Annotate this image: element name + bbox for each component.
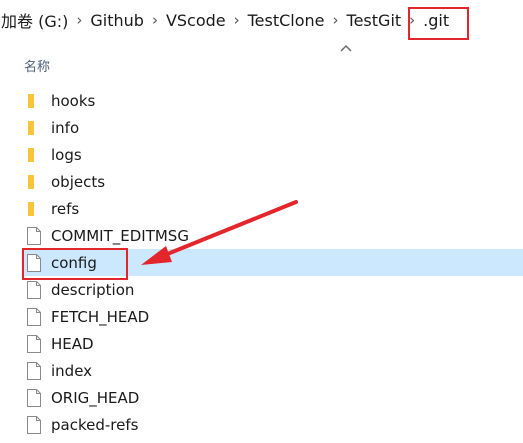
file-name: packed-refs <box>51 415 139 434</box>
folder-icon <box>26 146 42 164</box>
file-name: ORIG_HEAD <box>51 388 140 407</box>
file-name: info <box>51 118 80 137</box>
breadcrumb-vscode[interactable]: VScode <box>165 11 227 30</box>
folder-row[interactable]: hooks <box>22 87 523 114</box>
file-name: COMMIT_EDITMSG <box>51 226 189 245</box>
file-icon <box>26 361 42 380</box>
folder-icon <box>26 92 42 110</box>
file-icon <box>26 307 42 326</box>
file-row[interactable]: COMMIT_EDITMSG <box>22 222 523 249</box>
file-name: HEAD <box>51 334 94 353</box>
chevron-right-icon[interactable]: › <box>227 11 247 29</box>
file-row[interactable]: FETCH_HEAD <box>22 303 523 330</box>
chevron-right-icon[interactable]: › <box>69 11 89 29</box>
chevron-up-icon[interactable] <box>339 42 353 54</box>
breadcrumb-testgit[interactable]: TestGit <box>346 11 403 30</box>
folder-icon <box>26 200 42 218</box>
breadcrumb-drive[interactable]: 加卷 (G:) <box>0 8 69 32</box>
file-row[interactable]: HEAD <box>22 330 523 357</box>
file-name: objects <box>51 172 106 191</box>
annotation-box-config <box>22 248 128 280</box>
file-icon <box>26 388 42 407</box>
file-name: index <box>51 361 93 380</box>
file-name: hooks <box>51 91 96 110</box>
file-name: description <box>51 280 135 299</box>
chevron-right-icon[interactable]: › <box>326 11 346 29</box>
folder-row[interactable]: refs <box>22 195 523 222</box>
folder-icon <box>26 119 42 137</box>
file-name: refs <box>51 199 80 218</box>
file-icon <box>26 280 42 299</box>
annotation-box-git <box>408 7 469 40</box>
file-name: FETCH_HEAD <box>51 307 150 326</box>
file-row[interactable]: packed-refs <box>22 411 523 438</box>
file-icon <box>26 415 42 434</box>
folder-row[interactable]: info <box>22 114 523 141</box>
chevron-right-icon[interactable]: › <box>145 11 165 29</box>
file-row[interactable]: description <box>22 276 523 303</box>
folder-icon <box>26 173 42 191</box>
file-icon <box>26 334 42 353</box>
breadcrumb-github[interactable]: Github <box>89 11 145 30</box>
file-icon <box>26 226 42 245</box>
column-header-name[interactable]: 名称 <box>24 56 50 75</box>
file-name: logs <box>51 145 82 164</box>
folder-row[interactable]: logs <box>22 141 523 168</box>
breadcrumb-testclone[interactable]: TestClone <box>247 11 326 30</box>
folder-row[interactable]: objects <box>22 168 523 195</box>
file-row[interactable]: index <box>22 357 523 384</box>
file-row[interactable]: ORIG_HEAD <box>22 384 523 411</box>
